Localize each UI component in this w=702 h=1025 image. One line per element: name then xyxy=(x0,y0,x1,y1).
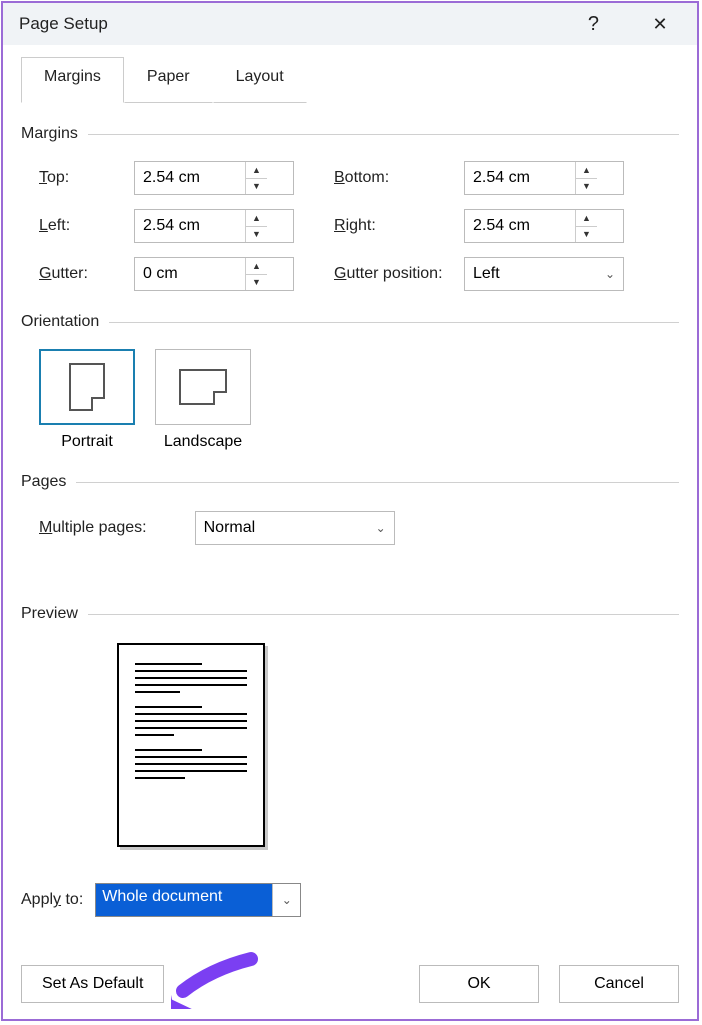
page-setup-dialog: Page Setup ? ✕ Margins Paper Layout Marg… xyxy=(1,1,699,1021)
margin-top-input[interactable]: ▲▼ xyxy=(134,161,294,195)
spinner-icon[interactable]: ▲▼ xyxy=(245,258,267,290)
margin-left-input[interactable]: ▲▼ xyxy=(134,209,294,243)
label-multiple-pages: Multiple pages: xyxy=(39,519,147,537)
label-apply-to: Apply to: xyxy=(21,891,83,909)
margin-gutter-input[interactable]: ▲▼ xyxy=(134,257,294,291)
spinner-icon[interactable]: ▲▼ xyxy=(575,162,597,194)
dialog-title: Page Setup xyxy=(19,14,108,34)
margin-right-input[interactable]: ▲▼ xyxy=(464,209,624,243)
portrait-page-icon xyxy=(69,363,105,411)
margin-bottom-input[interactable]: ▲▼ xyxy=(464,161,624,195)
tab-layout[interactable]: Layout xyxy=(213,57,307,103)
orientation-landscape[interactable]: Landscape xyxy=(155,349,251,451)
chevron-down-icon[interactable]: ⌄ xyxy=(597,267,623,281)
chevron-down-icon[interactable]: ⌄ xyxy=(272,884,300,916)
label-bottom: Bottom: xyxy=(334,169,464,187)
cancel-button[interactable]: Cancel xyxy=(559,965,679,1003)
close-icon[interactable]: ✕ xyxy=(639,14,681,35)
gutter-position-dropdown[interactable]: Left⌄ xyxy=(464,257,624,291)
spinner-icon[interactable]: ▲▼ xyxy=(575,210,597,242)
label-gutter: Gutter: xyxy=(39,265,134,283)
tab-paper[interactable]: Paper xyxy=(124,57,213,103)
titlebar: Page Setup ? ✕ xyxy=(3,3,697,45)
label-gutter-position: Gutter position: xyxy=(334,265,464,283)
help-icon[interactable]: ? xyxy=(588,13,599,36)
set-as-default-button[interactable]: Set As Default xyxy=(21,965,164,1003)
section-margins: Margins xyxy=(21,125,679,143)
apply-to-dropdown[interactable]: Whole document ⌄ xyxy=(95,883,301,917)
multiple-pages-dropdown[interactable]: Normal⌄ xyxy=(195,511,395,545)
landscape-page-icon xyxy=(179,369,227,405)
preview-area xyxy=(117,643,679,847)
section-orientation: Orientation xyxy=(21,313,679,331)
section-preview: Preview xyxy=(21,605,679,623)
tab-margins[interactable]: Margins xyxy=(21,57,124,103)
label-right: Right: xyxy=(334,217,464,235)
orientation-portrait[interactable]: Portrait xyxy=(39,349,135,451)
chevron-down-icon[interactable]: ⌄ xyxy=(368,521,394,535)
ok-button[interactable]: OK xyxy=(419,965,539,1003)
tab-row: Margins Paper Layout xyxy=(21,57,679,103)
spinner-icon[interactable]: ▲▼ xyxy=(245,162,267,194)
preview-page-icon xyxy=(117,643,265,847)
section-pages: Pages xyxy=(21,473,679,491)
label-left: Left: xyxy=(39,217,134,235)
label-top: Top: xyxy=(39,169,134,187)
spinner-icon[interactable]: ▲▼ xyxy=(245,210,267,242)
